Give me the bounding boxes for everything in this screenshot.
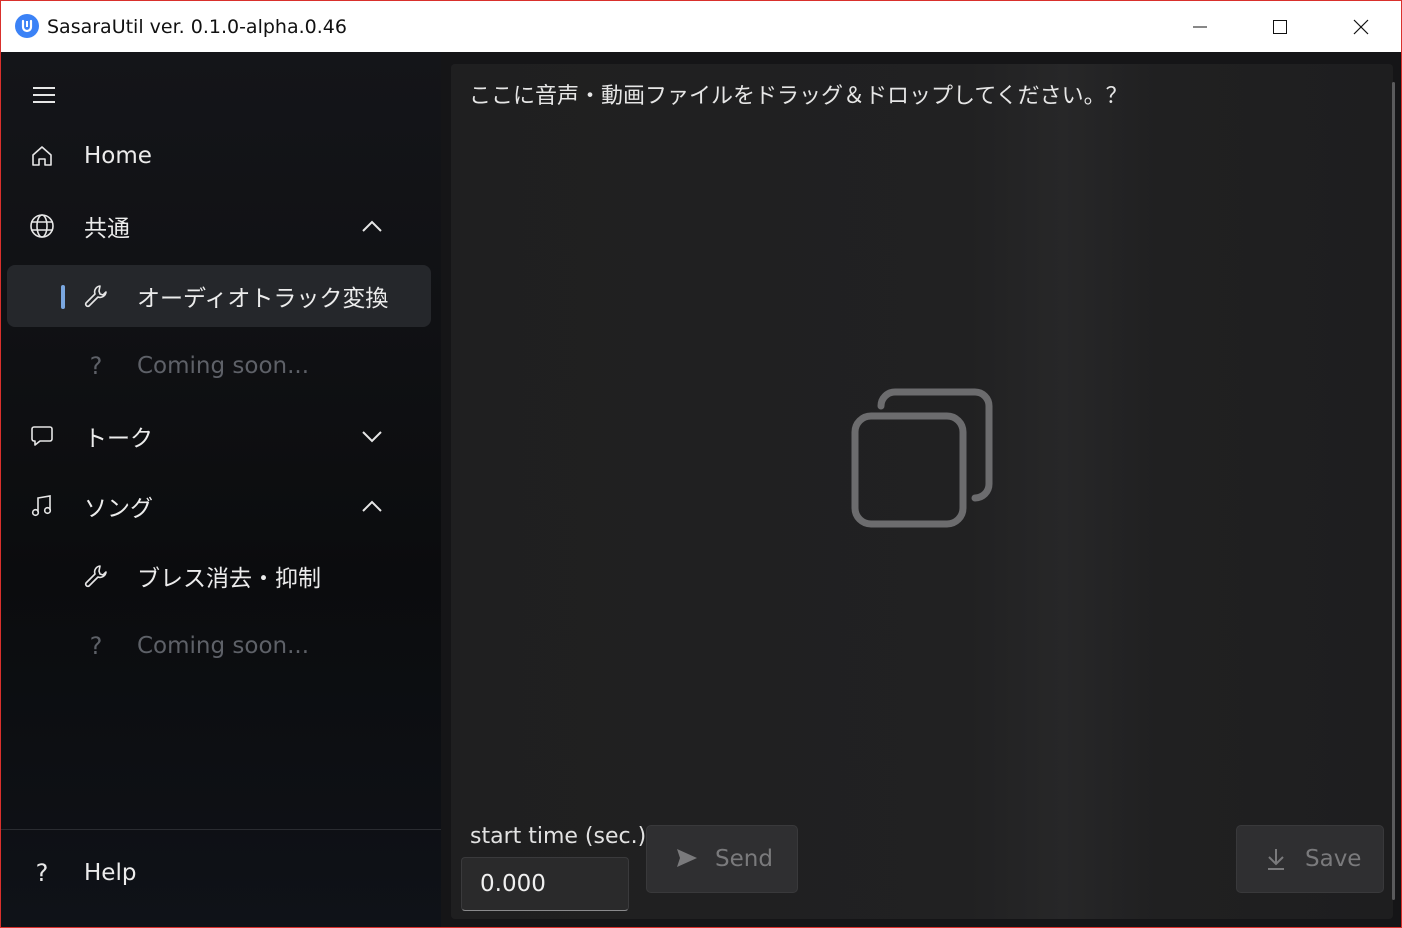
sidebar: Home 共通 オーディオトラック変換 ? Coming soon... トーク…: [1, 52, 441, 927]
send-button[interactable]: Send: [646, 825, 798, 893]
sidebar-item-label: Home: [84, 143, 152, 169]
wrench-icon: [81, 281, 111, 311]
sidebar-item-label: Coming soon...: [137, 633, 310, 659]
sidebar-item-help[interactable]: ? Help: [7, 842, 431, 904]
chevron-down-icon[interactable]: [359, 423, 385, 449]
save-button-label: Save: [1305, 846, 1362, 872]
sidebar-item-home[interactable]: Home: [7, 125, 431, 187]
sidebar-item-label: オーディオトラック変換: [137, 286, 389, 312]
sidebar-item-coming-soon: ? Coming soon...: [7, 335, 431, 397]
drop-instructions: ここに音声・動画ファイルをドラッグ＆ドロップしてください。？: [469, 84, 1128, 109]
wrench-icon: [81, 561, 111, 591]
app-logo-icon: [15, 14, 39, 38]
window-title: SasaraUtil ver. 0.1.0-alpha.0.46: [47, 16, 347, 38]
sidebar-item-label: トーク: [84, 426, 153, 452]
main-content: ここに音声・動画ファイルをドラッグ＆ドロップしてください。？ start tim…: [441, 52, 1401, 927]
maximize-button[interactable]: [1240, 1, 1320, 52]
selection-indicator: [61, 285, 65, 309]
sidebar-item-breath-removal[interactable]: ブレス消去・抑制: [7, 545, 431, 607]
music-note-icon: [27, 491, 57, 521]
question-icon: ?: [89, 352, 103, 380]
sidebar-item-talk[interactable]: トーク: [7, 405, 431, 467]
sidebar-item-label: ソング: [84, 496, 153, 522]
sidebar-item-label: Coming soon...: [137, 353, 310, 379]
sidebar-item-audio-track-convert[interactable]: オーディオトラック変換: [7, 265, 431, 327]
home-icon: [27, 141, 57, 171]
question-icon: ?: [35, 859, 49, 887]
scrollbar[interactable]: [1392, 82, 1395, 900]
start-time-input[interactable]: 0.000: [461, 857, 629, 911]
sidebar-item-coming-soon: ? Coming soon...: [7, 615, 431, 677]
chevron-up-icon[interactable]: [359, 213, 385, 239]
globe-icon: [27, 211, 57, 241]
title-bar: SasaraUtil ver. 0.1.0-alpha.0.46: [1, 1, 1401, 52]
sidebar-item-label: 共通: [84, 216, 130, 242]
question-icon: ?: [89, 632, 103, 660]
save-button[interactable]: Save: [1236, 825, 1384, 893]
sidebar-divider: [1, 829, 441, 830]
chevron-up-icon[interactable]: [359, 493, 385, 519]
close-button[interactable]: [1321, 1, 1401, 52]
minimize-button[interactable]: [1160, 1, 1240, 52]
sidebar-item-label: Help: [84, 860, 137, 886]
download-icon: [1265, 847, 1287, 871]
sidebar-item-common[interactable]: 共通: [7, 195, 431, 257]
sidebar-item-label: ブレス消去・抑制: [137, 566, 321, 592]
send-button-label: Send: [715, 846, 773, 872]
hamburger-menu-icon[interactable]: [29, 80, 59, 110]
copy-files-icon: [849, 384, 997, 536]
sidebar-item-song[interactable]: ソング: [7, 475, 431, 537]
chat-icon: [27, 421, 57, 451]
drop-zone[interactable]: ここに音声・動画ファイルをドラッグ＆ドロップしてください。？ start tim…: [451, 64, 1393, 919]
app-window: SasaraUtil ver. 0.1.0-alpha.0.46 Home 共通…: [0, 0, 1402, 928]
send-icon: [675, 846, 699, 870]
start-time-label: start time (sec.):: [470, 824, 654, 849]
